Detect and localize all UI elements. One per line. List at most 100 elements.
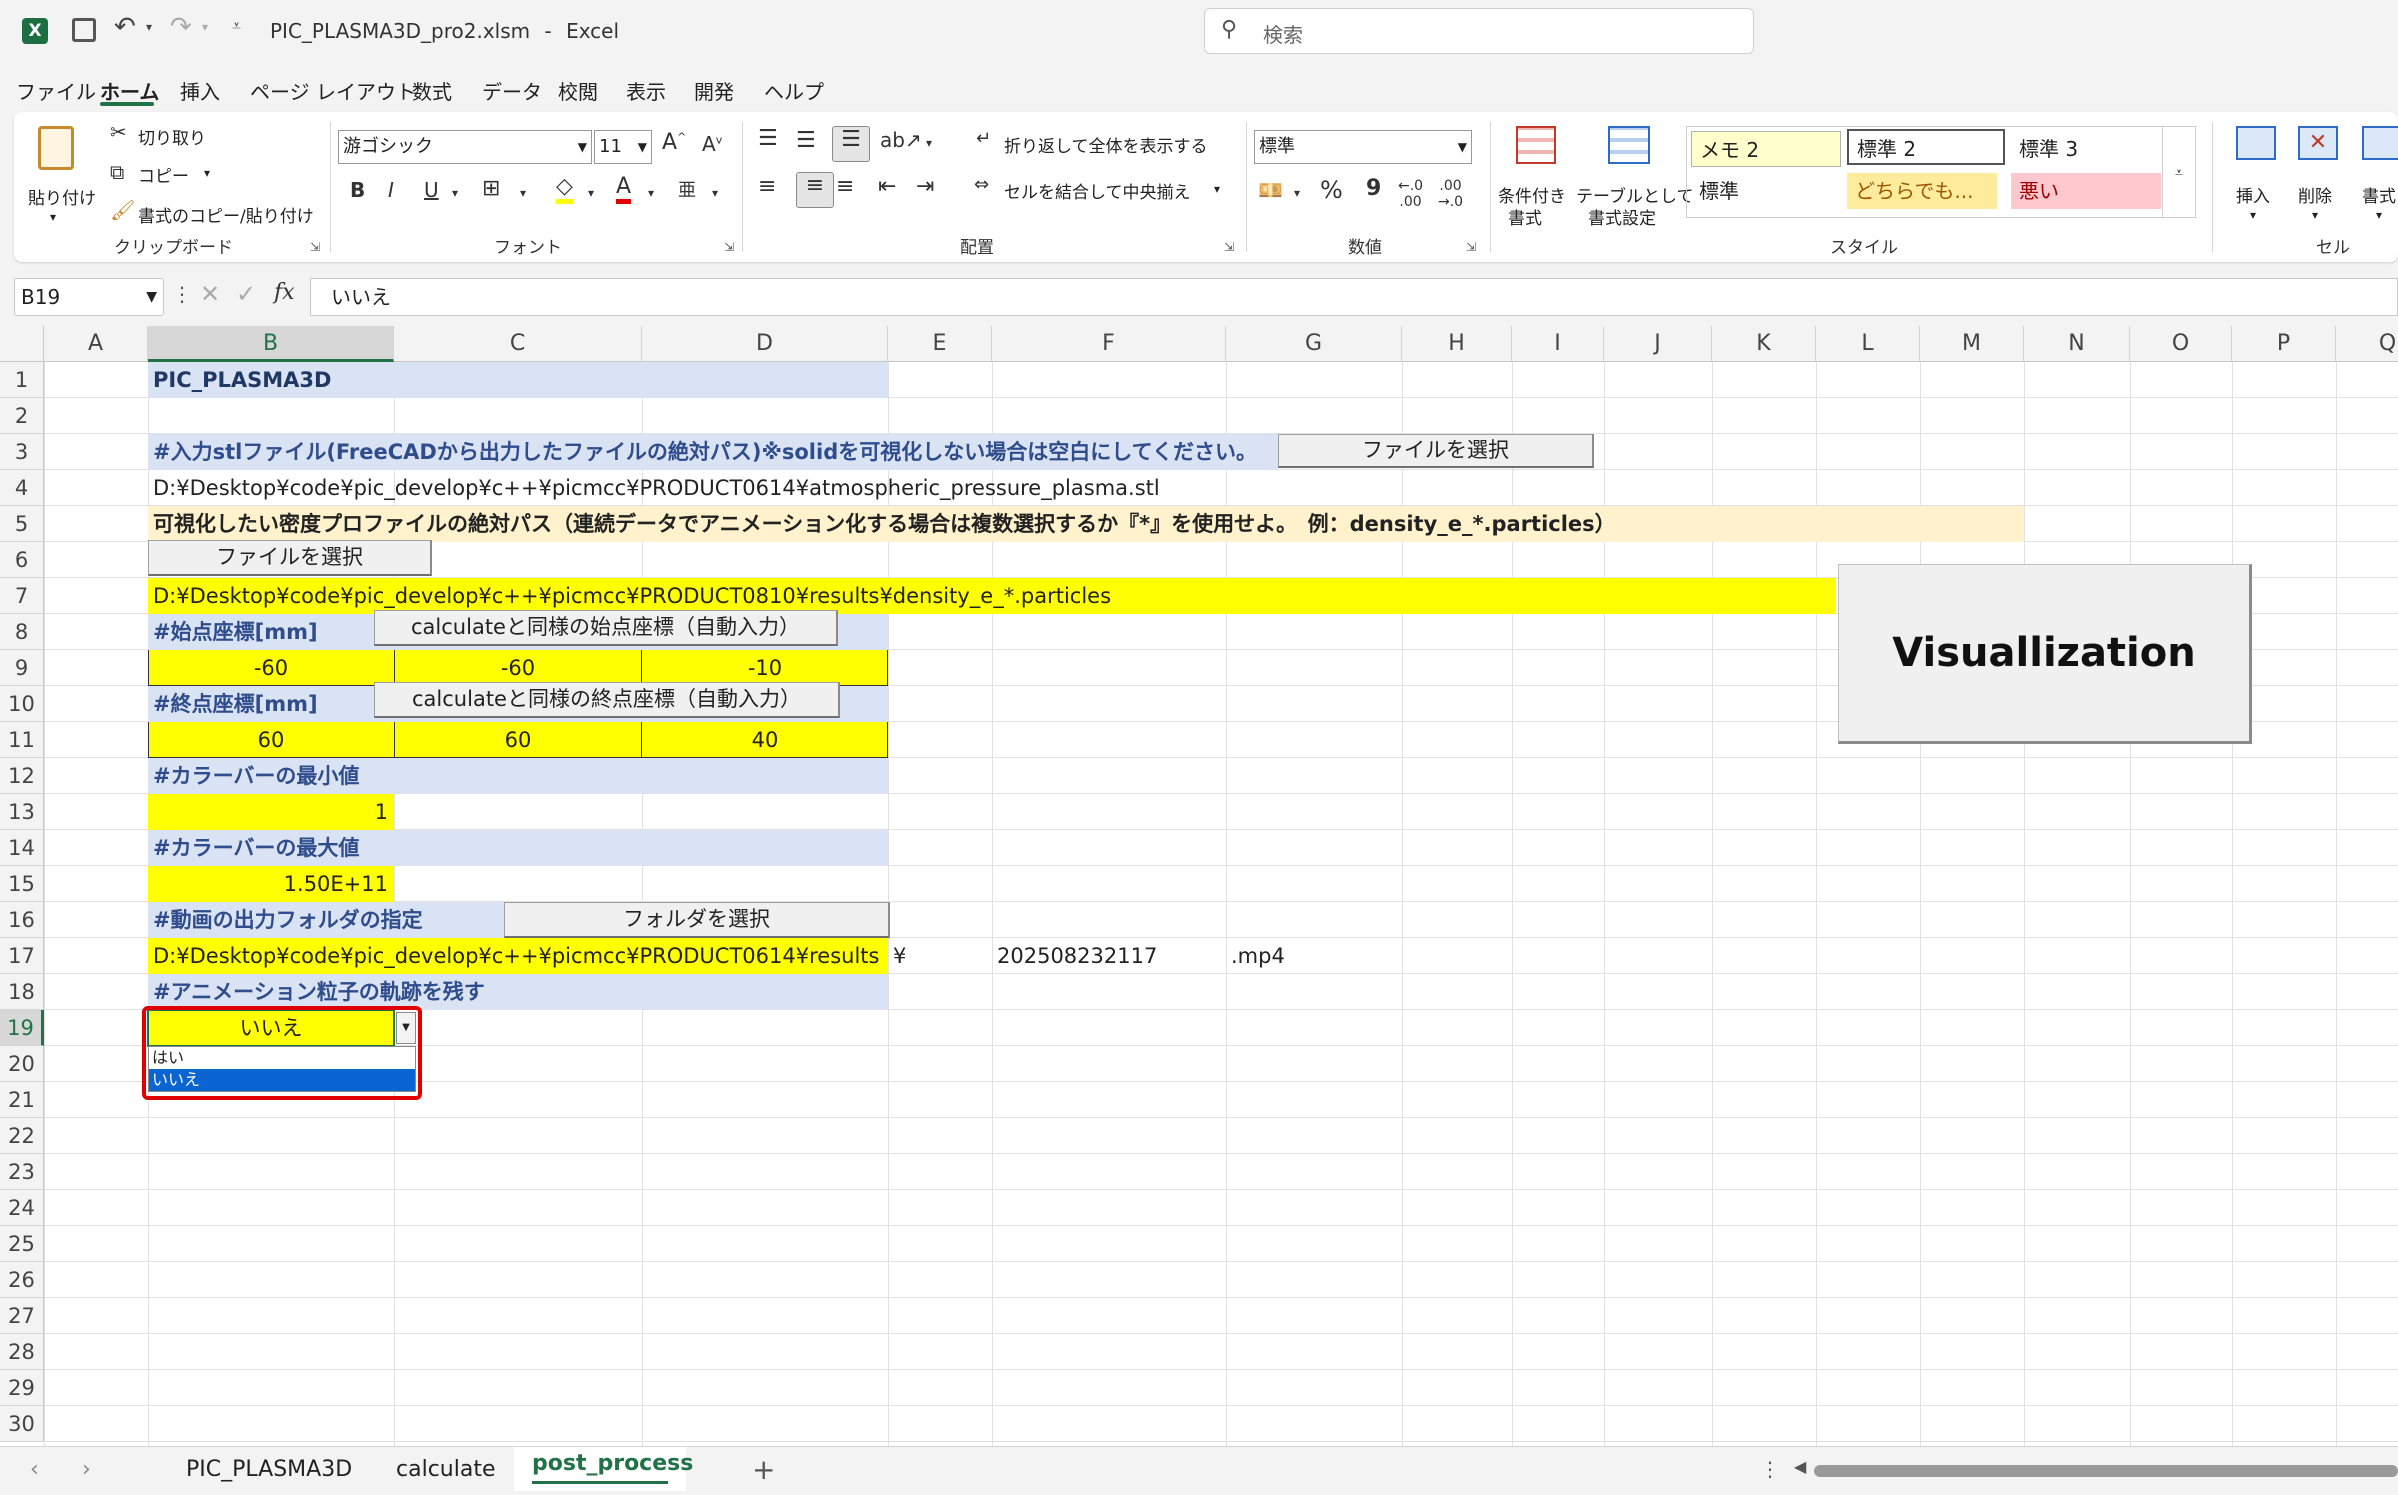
row-header-16[interactable]: 16 [0, 902, 44, 938]
style-memo2[interactable]: メモ 2 [1691, 131, 1841, 167]
row-header-21[interactable]: 21 [0, 1082, 44, 1118]
end-auto-fill-button[interactable]: calculateと同様の終点座標（自動入力） [374, 682, 840, 718]
underline-dropdown-icon[interactable]: ▾ [452, 186, 458, 200]
phonetic-icon[interactable]: 亜 [678, 176, 696, 202]
sheet-tab-post-process[interactable]: post_process [514, 1447, 693, 1491]
merge-dropdown-icon[interactable]: ▾ [1214, 182, 1220, 196]
align-center-icon[interactable]: ≡ [796, 172, 834, 208]
comma-button[interactable]: 9 [1366, 176, 1381, 201]
align-top-icon[interactable]: ☰ [758, 126, 778, 151]
accounting-dropdown-icon[interactable]: ▾ [1294, 186, 1300, 200]
paste-button[interactable]: 貼り付け ▾ [28, 122, 96, 232]
increase-indent-icon[interactable]: ⇥ [916, 174, 934, 199]
column-header-e[interactable]: E [888, 326, 992, 362]
format-cells-button[interactable]: 書式 ▾ [2354, 122, 2398, 242]
folder-select-button[interactable]: フォルダを選択 [504, 902, 890, 938]
scroll-left-icon[interactable]: ‹ [30, 1457, 39, 1482]
tab-help[interactable]: ヘルプ [764, 76, 824, 105]
tab-home[interactable]: ホーム [100, 76, 159, 105]
sheet-tab-pic-plasma3d[interactable]: PIC_PLASMA3D [186, 1457, 352, 1482]
tab-file[interactable]: ファイル [16, 76, 96, 105]
worksheet-grid[interactable]: ABCDEFGHIJKLMNOPQ 1 2 3 4 5 6 7 8 9 10 11 12 13 14 15 1… [0, 326, 2398, 1446]
row-header-14[interactable]: 14 [0, 830, 44, 866]
percent-button[interactable]: % [1320, 176, 1343, 204]
copy-button[interactable]: コピー [138, 162, 189, 187]
column-header-j[interactable]: J [1604, 326, 1712, 362]
delete-cells-button[interactable]: ✕ 削除 ▾ [2290, 122, 2346, 242]
row-header-19[interactable]: 19 [0, 1010, 44, 1046]
orientation-dropdown-icon[interactable]: ▾ [926, 136, 932, 150]
format-as-table-button[interactable]: テーブルとして 書式設定 [1576, 122, 1693, 242]
column-header-l[interactable]: L [1816, 326, 1920, 362]
column-header-m[interactable]: M [1920, 326, 2024, 362]
visualization-button[interactable]: Visuallization [1838, 564, 2252, 744]
row-header-18[interactable]: 18 [0, 974, 44, 1010]
cell-yen[interactable]: ¥ [888, 938, 906, 974]
row-header-2[interactable]: 2 [0, 398, 44, 434]
row-header-4[interactable]: 4 [0, 470, 44, 506]
customize-qat-icon[interactable]: ⩡ [232, 16, 241, 36]
row-header-28[interactable]: 28 [0, 1334, 44, 1370]
font-launcher-icon[interactable]: ⇲ [724, 240, 734, 254]
enter-icon[interactable]: ✓ [236, 280, 256, 308]
tab-data[interactable]: データ [482, 76, 542, 105]
orientation-icon[interactable]: ab↗ [880, 128, 922, 152]
format-painter-button[interactable]: 書式のコピー/貼り付け [138, 202, 314, 227]
column-header-k[interactable]: K [1712, 326, 1816, 362]
align-left-icon[interactable]: ≡ [758, 174, 776, 199]
underline-button[interactable]: U [424, 178, 439, 202]
row-header-26[interactable]: 26 [0, 1262, 44, 1298]
undo-dropdown-icon[interactable]: ▾ [146, 20, 152, 34]
cell-density-label[interactable]: 可視化したい密度プロファイルの絶対パス（連続データでアニメーション化する場合は複… [148, 506, 1616, 542]
style-bad[interactable]: 悪い [2011, 173, 2161, 209]
phonetic-dropdown-icon[interactable]: ▾ [712, 186, 718, 200]
fill-color-icon[interactable]: ◇ [556, 174, 573, 204]
merge-center-button[interactable]: セルを結合して中央揃え [1004, 178, 1191, 203]
row-header-23[interactable]: 23 [0, 1154, 44, 1190]
column-header-o[interactable]: O [2130, 326, 2232, 362]
stl-file-select-button[interactable]: ファイルを選択 [1278, 434, 1594, 468]
increase-font-icon[interactable]: A^ [662, 130, 686, 155]
column-header-h[interactable]: H [1402, 326, 1512, 362]
wrap-text-button[interactable]: 折り返して全体を表示する [1004, 132, 1208, 157]
alignment-launcher-icon[interactable]: ⇲ [1224, 240, 1234, 254]
search-box[interactable]: ⚲ 検索 [1204, 8, 1754, 54]
column-header-f[interactable]: F [992, 326, 1226, 362]
number-format-select[interactable]: 標準 ▼ [1254, 130, 1472, 164]
density-file-select-button[interactable]: ファイルを選択 [148, 540, 432, 576]
increase-decimal-icon[interactable]: ←.0.00 [1398, 178, 1423, 210]
number-launcher-icon[interactable]: ⇲ [1466, 240, 1476, 254]
tab-view[interactable]: 表示 [626, 76, 666, 105]
font-size-select[interactable]: 11 ▼ [594, 130, 652, 164]
add-sheet-icon[interactable]: + [752, 1453, 775, 1486]
tab-insert[interactable]: 挿入 [180, 76, 220, 105]
cell-cmax-value[interactable]: 1.50E+11 [148, 866, 394, 902]
row-header-10[interactable]: 10 [0, 686, 44, 722]
row-header-5[interactable]: 5 [0, 506, 44, 542]
cell-stl-path[interactable]: D:¥Desktop¥code¥pic_develop¥c++¥picmcc¥P… [148, 470, 1160, 506]
cell-cmax-label[interactable]: #カラーバーの最大値 [148, 830, 359, 866]
cell-extension[interactable]: .mp4 [1226, 938, 1285, 974]
cell-cmin-label[interactable]: #カラーバーの最小値 [148, 758, 359, 794]
copy-dropdown-icon[interactable]: ▾ [204, 166, 210, 180]
cell-timestamp[interactable]: 202508232117 [992, 938, 1157, 974]
row-header-7[interactable]: 7 [0, 578, 44, 614]
column-header-n[interactable]: N [2024, 326, 2130, 362]
column-header-d[interactable]: D [642, 326, 888, 362]
column-header-g[interactable]: G [1226, 326, 1402, 362]
hscroll-left-icon[interactable]: ◀ [1794, 1457, 1806, 1476]
column-header-c[interactable]: C [394, 326, 642, 362]
row-header-13[interactable]: 13 [0, 794, 44, 830]
tab-developer[interactable]: 開発 [694, 76, 734, 105]
style-standard3[interactable]: 標準 3 [2011, 131, 2161, 167]
row-header-9[interactable]: 9 [0, 650, 44, 686]
scroll-right-icon[interactable]: › [82, 1457, 91, 1482]
cell-start-y[interactable]: -60 [394, 650, 642, 686]
align-bottom-icon[interactable]: ☰ [832, 126, 870, 162]
row-header-25[interactable]: 25 [0, 1226, 44, 1262]
cell-start-x[interactable]: -60 [148, 650, 394, 686]
row-header-12[interactable]: 12 [0, 758, 44, 794]
horizontal-scrollbar[interactable] [1814, 1465, 2398, 1477]
formula-input[interactable]: いいえ [310, 278, 2398, 316]
style-standard[interactable]: 標準 [1691, 173, 1841, 209]
